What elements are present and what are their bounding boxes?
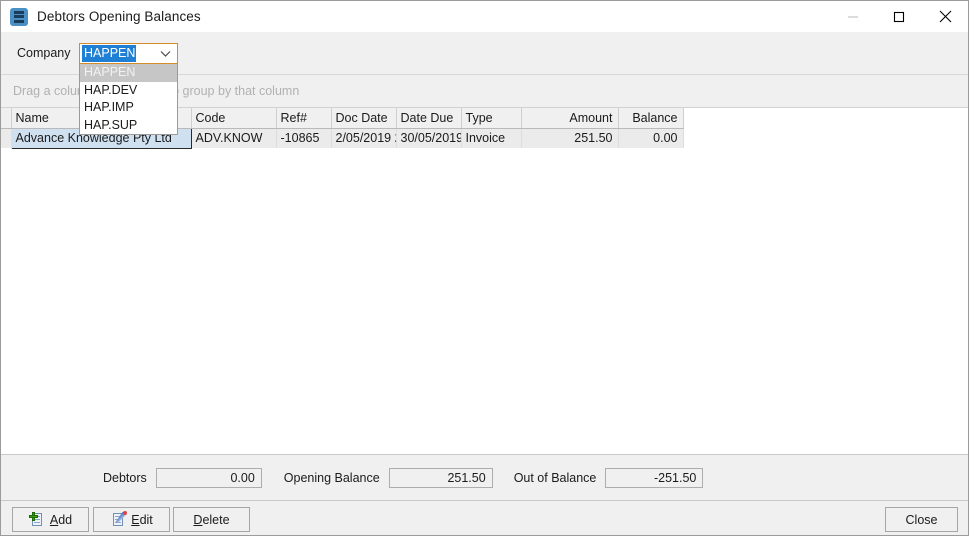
minimize-icon[interactable]: [830, 1, 876, 32]
button-bar: Add Edit Delete Close: [1, 500, 968, 535]
row-indicator: [1, 128, 12, 148]
add-record-icon: [28, 511, 45, 528]
title-bar: Debtors Opening Balances: [1, 1, 968, 32]
column-header-doc-date[interactable]: Doc Date: [331, 108, 397, 129]
cell-code: ADV.KNOW: [191, 128, 277, 148]
add-button[interactable]: Add: [12, 507, 89, 532]
cell-type: Invoice: [461, 128, 522, 148]
column-header-ref[interactable]: Ref#: [276, 108, 332, 129]
column-header-amount[interactable]: Amount: [521, 108, 619, 129]
window-controls: [830, 1, 968, 32]
cell-ref: -10865: [276, 128, 332, 148]
company-option-hap-imp[interactable]: HAP.IMP: [80, 99, 177, 117]
add-button-label: Add: [49, 512, 73, 527]
cell-doc-date: 2/05/2019 2: [331, 128, 397, 148]
opening-balance-label: Opening Balance: [283, 470, 380, 485]
cell-date-due: 30/05/2019: [396, 128, 462, 148]
close-icon[interactable]: [922, 1, 968, 32]
row-indicator-header: [1, 108, 12, 129]
out-of-balance-value: -251.50: [605, 467, 704, 488]
close-button[interactable]: Close: [885, 507, 958, 532]
company-label: Company: [17, 46, 71, 60]
edit-button[interactable]: Edit: [93, 507, 170, 532]
delete-button[interactable]: Delete: [173, 507, 250, 532]
column-header-code[interactable]: Code: [191, 108, 277, 129]
debtors-opening-balances-window: Debtors Opening Balances Company HAPPEN …: [0, 0, 969, 536]
window-title: Debtors Opening Balances: [37, 9, 201, 24]
column-header-type[interactable]: Type: [461, 108, 522, 129]
cell-balance: 0.00: [618, 128, 684, 148]
column-header-date-due[interactable]: Date Due: [396, 108, 462, 129]
company-option-happen[interactable]: HAPPEN: [80, 64, 177, 82]
chevron-down-icon[interactable]: [156, 44, 174, 63]
app-icon: [10, 7, 28, 26]
summary-panel: Debtors 0.00 Opening Balance 251.50 Out …: [1, 454, 968, 500]
out-of-balance-label: Out of Balance: [513, 470, 597, 485]
cell-amount: 251.50: [521, 128, 619, 148]
edit-button-label: Edit: [131, 512, 153, 527]
maximize-icon[interactable]: [876, 1, 922, 32]
debtors-label: Debtors: [103, 470, 147, 485]
column-header-balance[interactable]: Balance: [618, 108, 684, 129]
company-option-hap-dev[interactable]: HAP.DEV: [80, 82, 177, 100]
edit-pencil-icon: [110, 510, 128, 528]
opening-balance-value: 251.50: [388, 467, 493, 488]
company-option-hap-sup[interactable]: HAP.SUP: [80, 117, 177, 135]
company-dropdown-list[interactable]: HAPPEN HAP.DEV HAP.IMP HAP.SUP: [79, 63, 178, 135]
debtors-value: 0.00: [155, 467, 262, 488]
company-combobox-value: HAPPEN: [82, 45, 137, 62]
company-combobox[interactable]: HAPPEN: [79, 43, 178, 64]
delete-button-label: Delete: [193, 512, 230, 527]
